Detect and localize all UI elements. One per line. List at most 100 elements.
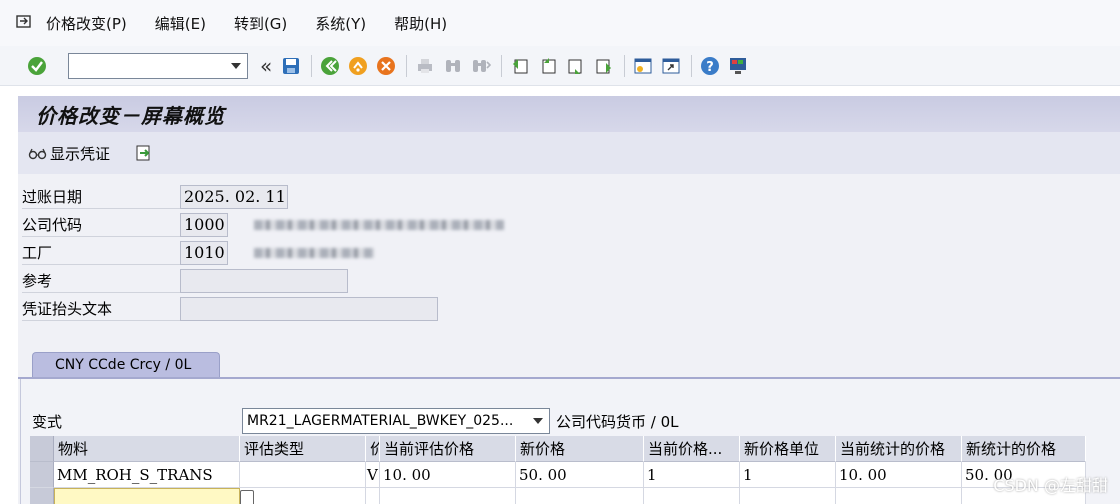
- variant-label: 变式: [32, 412, 63, 431]
- application-toolbar: 显示凭证: [18, 132, 1120, 174]
- col-new-price[interactable]: 新价格: [516, 436, 644, 462]
- cell-price-control: V: [366, 462, 380, 488]
- watermark: CSDN @左甜甜: [993, 476, 1108, 495]
- header-text-row: 凭证抬头文本: [22, 296, 438, 322]
- find-next-icon[interactable]: [470, 55, 492, 77]
- header-text-field[interactable]: [180, 297, 438, 321]
- menu-bar: 价格改变(P) 编辑(E) 转到(G) 系统(Y) 帮助(H): [0, 0, 1120, 46]
- plant-field[interactable]: 1010: [180, 241, 228, 265]
- col-current-statistical-price[interactable]: 当前统计的价格: [836, 436, 962, 462]
- cell-new-price-unit[interactable]: 1: [740, 462, 836, 488]
- cell-current-price-unit: 1: [644, 462, 740, 488]
- empty-cell: [644, 488, 740, 504]
- empty-cell[interactable]: [516, 488, 644, 504]
- variant-value: MR21_LAGERMATERIAL_BWKEY_025...: [247, 413, 514, 429]
- plant-label: 工厂: [22, 241, 180, 265]
- standard-toolbar: « ?: [0, 46, 1120, 86]
- col-price-control[interactable]: 价: [366, 436, 380, 462]
- tab-cny-ccde-crcy[interactable]: CNY CCde Crcy / 0L: [32, 352, 220, 378]
- cell-current-valuation-price: 10. 00: [380, 462, 516, 488]
- col-current-price-unit[interactable]: 当前价格...: [644, 436, 740, 462]
- col-valuation-type[interactable]: 评估类型: [240, 436, 366, 462]
- next-page-icon[interactable]: [565, 55, 587, 77]
- print-icon[interactable]: [414, 55, 436, 77]
- posting-date-field[interactable]: 2025. 02. 11: [180, 185, 288, 209]
- company-code-field[interactable]: 1000: [180, 213, 228, 237]
- col-new-statistical-price[interactable]: 新统计的价格: [962, 436, 1086, 462]
- company-name-blurred: [254, 220, 504, 230]
- cell-current-statistical-price: 10. 00: [836, 462, 962, 488]
- svg-text:?: ?: [706, 60, 714, 75]
- cell-material-input[interactable]: [54, 488, 240, 504]
- currency-note: 公司代码货币 / 0L: [556, 412, 679, 431]
- prev-page-icon[interactable]: [537, 55, 559, 77]
- toolbar-separator: [406, 54, 408, 77]
- command-input[interactable]: [69, 53, 219, 78]
- menu-price-change[interactable]: 价格改变(P): [46, 13, 127, 34]
- page-title: 价格改变－屏幕概览: [36, 103, 225, 128]
- menu-edit[interactable]: 编辑(E): [155, 13, 206, 34]
- system-menu-icon[interactable]: [14, 12, 36, 34]
- empty-cell: [836, 488, 962, 504]
- reference-label: 参考: [22, 269, 180, 293]
- show-document-button[interactable]: 显示凭证: [28, 143, 110, 164]
- help-icon[interactable]: ?: [699, 55, 721, 77]
- toolbar-separator: [691, 54, 693, 77]
- col-material[interactable]: 物料: [54, 436, 240, 462]
- col-current-valuation-price[interactable]: 当前评估价格: [380, 436, 516, 462]
- row-selector[interactable]: [30, 488, 54, 504]
- table-row[interactable]: MM_ROH_S_TRANS V 10. 00 50. 00 1 1 10. 0…: [30, 462, 1120, 488]
- menu-goto[interactable]: 转到(G): [234, 13, 287, 34]
- cancel-icon[interactable]: [375, 55, 397, 77]
- command-field[interactable]: [68, 52, 248, 79]
- export-button[interactable]: [134, 144, 156, 162]
- variant-row: 变式 MR21_LAGERMATERIAL_BWKEY_025... 公司代码货…: [32, 408, 679, 434]
- cell-new-price[interactable]: 50. 00: [516, 462, 644, 488]
- plant-name-blurred: [254, 248, 374, 258]
- cell-material[interactable]: MM_ROH_S_TRANS: [54, 462, 240, 488]
- col-new-price-unit[interactable]: 新价格单位: [740, 436, 836, 462]
- glasses-icon: [28, 148, 47, 160]
- new-session-icon[interactable]: [632, 55, 654, 77]
- cell-valuation-type[interactable]: [240, 462, 366, 488]
- exit-icon[interactable]: [347, 55, 369, 77]
- chevron-down-icon[interactable]: [231, 62, 241, 69]
- reference-row: 参考: [22, 268, 348, 294]
- empty-cell[interactable]: [740, 488, 836, 504]
- price-change-table: 物料 评估类型 价 当前评估价格 新价格 当前价格... 新价格单位 当前统计的…: [30, 436, 1120, 504]
- toolbar-separator: [311, 54, 313, 77]
- back-icon[interactable]: [319, 55, 341, 77]
- save-icon[interactable]: [280, 55, 302, 77]
- company-code-row: 公司代码 1000: [22, 212, 504, 238]
- chevron-down-icon[interactable]: [533, 418, 543, 424]
- table-header: 物料 评估类型 价 当前评估价格 新价格 当前价格... 新价格单位 当前统计的…: [30, 436, 1120, 462]
- posting-date-label: 过账日期: [22, 185, 180, 209]
- variant-select[interactable]: MR21_LAGERMATERIAL_BWKEY_025...: [242, 408, 550, 434]
- posting-date-row: 过账日期 2025. 02. 11: [22, 184, 288, 210]
- value-help-icon[interactable]: [240, 490, 254, 504]
- header-text-label: 凭证抬头文本: [22, 297, 180, 321]
- empty-cell: [380, 488, 516, 504]
- company-code-label: 公司代码: [22, 213, 180, 237]
- menu-system[interactable]: 系统(Y): [315, 13, 366, 34]
- find-icon[interactable]: [442, 55, 464, 77]
- title-band: 价格改变－屏幕概览: [18, 96, 1120, 132]
- last-page-icon[interactable]: [593, 55, 615, 77]
- shortcut-icon[interactable]: [660, 55, 682, 77]
- enter-icon[interactable]: [26, 55, 48, 77]
- empty-cell: [366, 488, 380, 504]
- select-all-cell[interactable]: [30, 436, 54, 462]
- menu-help[interactable]: 帮助(H): [394, 13, 447, 34]
- table-row-empty[interactable]: [30, 488, 1120, 504]
- row-selector[interactable]: [30, 462, 54, 488]
- plant-row: 工厂 1010: [22, 240, 374, 266]
- toolbar-separator: [501, 54, 503, 77]
- cell-valuation-type-input[interactable]: [240, 488, 366, 504]
- layout-icon[interactable]: [727, 55, 749, 77]
- content-area: 过账日期 2025. 02. 11 公司代码 1000 工厂 1010 参考 凭…: [18, 174, 1120, 504]
- toolbar-separator: [624, 54, 626, 77]
- first-page-icon[interactable]: [509, 55, 531, 77]
- export-icon: [136, 145, 150, 161]
- collapse-chevron[interactable]: «: [260, 56, 272, 76]
- reference-field[interactable]: [180, 269, 348, 293]
